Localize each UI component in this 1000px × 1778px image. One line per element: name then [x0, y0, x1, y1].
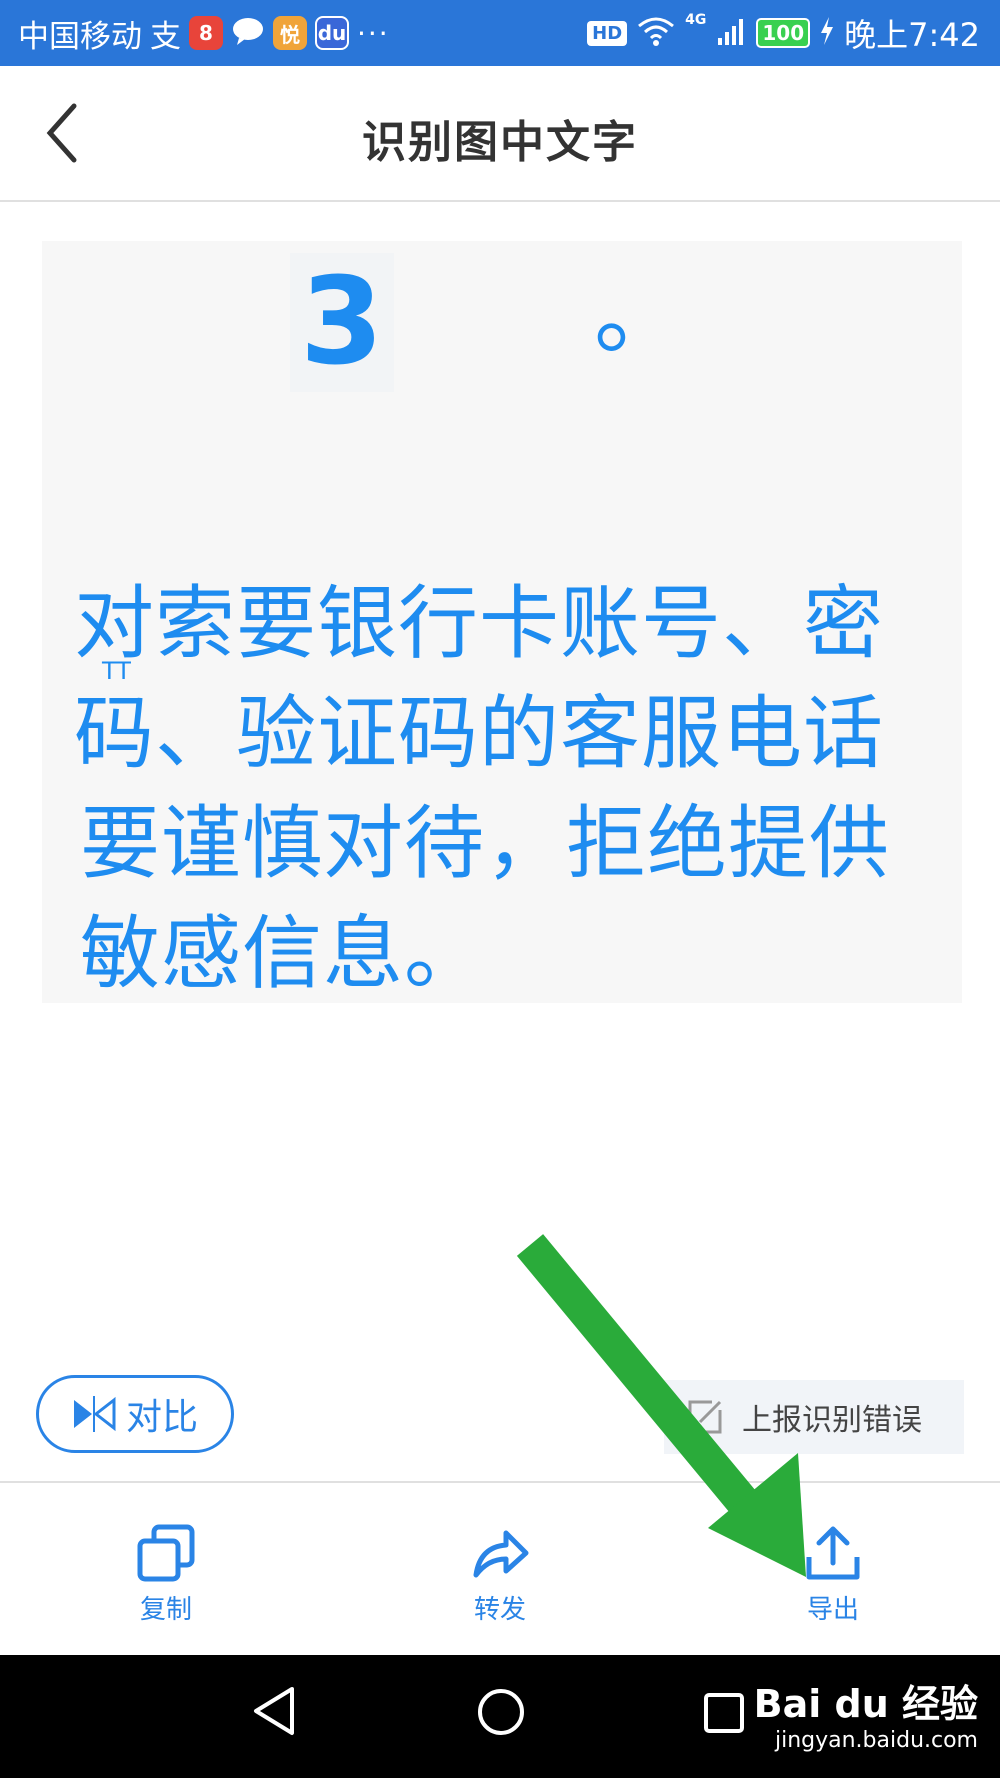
status-right: HD 4G 100 晚上7:42: [587, 12, 980, 54]
nav-back-button[interactable]: [250, 1685, 298, 1741]
alipay-icon: 支: [150, 18, 181, 55]
nav-home-button[interactable]: [476, 1687, 526, 1741]
ocr-text-line[interactable]: 要谨慎对待，拒绝提供: [80, 779, 890, 895]
copy-label: 复制: [139, 1595, 192, 1625]
charging-icon: [820, 17, 834, 49]
clock: 晚上7:42: [844, 16, 980, 54]
compare-label: 对比: [125, 1397, 198, 1438]
more-notifications-icon: ···: [357, 16, 390, 50]
ocr-text-line[interactable]: 敏感信息。: [80, 889, 485, 1005]
baidu-icon: du: [315, 16, 349, 50]
app-header: 识别图中文字: [0, 66, 1000, 202]
battery-icon: 100: [756, 18, 811, 48]
status-left: 中国移动 支 8 悦 du ···: [18, 12, 390, 55]
square-recent-icon: [704, 1693, 744, 1733]
status-bar: 中国移动 支 8 悦 du ··· HD 4G 100 晚上7:42: [0, 0, 1000, 66]
ocr-digit[interactable]: 3: [290, 253, 394, 392]
baidu-jingyan-watermark: Bai du 经验 jingyan.baidu.com: [754, 1673, 978, 1753]
compare-button[interactable]: 对比: [36, 1375, 234, 1453]
page-title: 识别图中文字: [362, 117, 638, 168]
ocr-image-preview: 3 。 TT 对索要银行卡账号、密 码、验证码的客服电话 要谨慎对待，拒绝提供 …: [42, 241, 962, 1003]
app-notification-icon: 8: [189, 16, 223, 50]
copy-button[interactable]: 复制: [86, 1523, 246, 1626]
watermark-url: jingyan.baidu.com: [774, 1728, 978, 1753]
app-notification-icon: 悦: [273, 16, 307, 50]
annotation-arrow-icon: [516, 1234, 806, 1577]
ocr-text-line[interactable]: 码、验证码的客服电话: [74, 669, 884, 785]
export-label: 导出: [806, 1595, 859, 1625]
message-icon: [231, 16, 265, 50]
triangle-back-icon: [254, 1687, 294, 1735]
network-type: 4G: [685, 12, 707, 28]
carrier-name: 中国移动: [18, 18, 142, 55]
forward-label: 转发: [473, 1595, 526, 1625]
nav-recent-button[interactable]: [702, 1691, 746, 1739]
ocr-dot[interactable]: 。: [594, 241, 684, 371]
copy-icon: [137, 1524, 195, 1582]
ocr-text-line[interactable]: 对索要银行卡账号、密: [74, 559, 884, 675]
compare-icon: [73, 1396, 116, 1432]
signal-icon: [716, 16, 746, 50]
wifi-icon: [637, 16, 675, 50]
circle-home-icon: [478, 1689, 524, 1735]
system-nav-bar: Bai du 经验 jingyan.baidu.com: [0, 1655, 1000, 1778]
hd-icon: HD: [587, 20, 628, 46]
battery-level: 100: [762, 21, 805, 45]
watermark-logo: Bai du 经验: [753, 1682, 978, 1726]
